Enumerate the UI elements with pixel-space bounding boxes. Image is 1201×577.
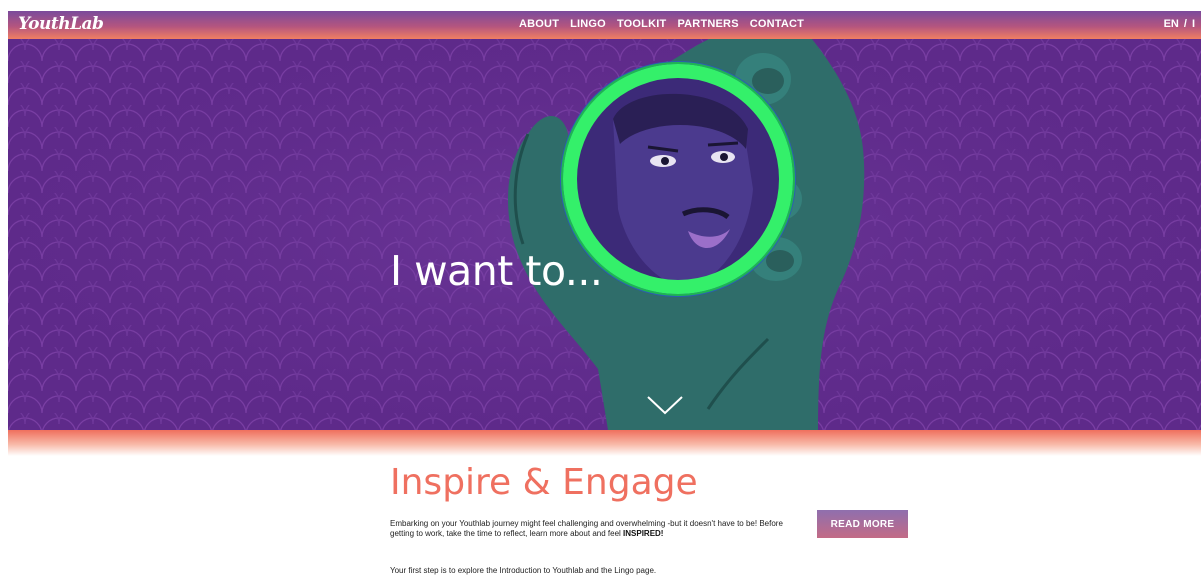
first-step-text: Your first step is to explore the Introd…	[390, 566, 657, 575]
lang-en[interactable]: EN	[1164, 18, 1179, 30]
lang-other[interactable]: I	[1192, 18, 1195, 30]
nav-partners[interactable]: PARTNERS	[677, 18, 738, 30]
language-switcher: EN / I	[1164, 18, 1195, 30]
nav-toolkit[interactable]: TOOLKIT	[617, 18, 666, 30]
read-more-button[interactable]: READ MORE	[817, 510, 908, 538]
intro-text: Embarking on your Youthlab journey might…	[390, 519, 783, 538]
hero-banner: I want to...	[8, 39, 1201, 430]
top-navbar: YouthLab ABOUT LINGO TOOLKIT PARTNERS CO…	[8, 11, 1201, 39]
youthlab-logo[interactable]: YouthLab	[18, 14, 104, 34]
hero-headline: I want to...	[390, 247, 603, 295]
divider-band	[8, 430, 1201, 456]
main-nav: ABOUT LINGO TOOLKIT PARTNERS CONTACT	[519, 18, 804, 30]
nav-about[interactable]: ABOUT	[519, 18, 559, 30]
hero-illustration	[8, 39, 1201, 430]
lang-separator: /	[1183, 18, 1187, 30]
intro-paragraph: Embarking on your Youthlab journey might…	[390, 519, 785, 539]
intro-bold: INSPIRED!	[623, 529, 664, 538]
nav-lingo[interactable]: LINGO	[570, 18, 606, 30]
section-title: Inspire & Engage	[390, 462, 698, 503]
chevron-down-icon[interactable]	[646, 393, 684, 417]
nav-contact[interactable]: CONTACT	[750, 18, 804, 30]
